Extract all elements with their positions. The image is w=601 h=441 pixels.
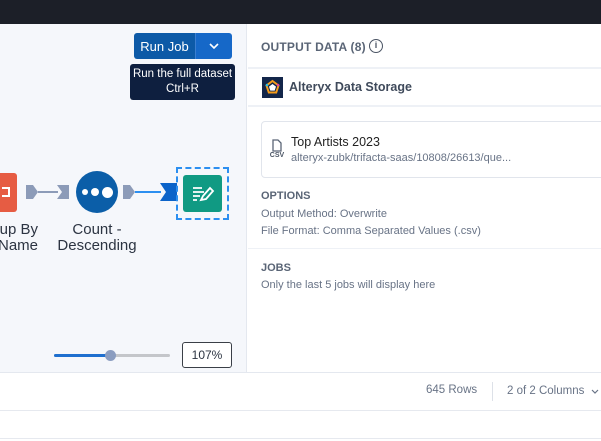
count-descending-node-label: Count - Descending bbox=[57, 221, 137, 254]
data-grid-header: 645 Rows 2 of 2 Columns bbox=[0, 372, 601, 441]
run-job-button[interactable]: Run Job bbox=[134, 33, 196, 59]
count-descending-node[interactable] bbox=[76, 171, 118, 213]
divider bbox=[248, 67, 601, 69]
zoom-level-input[interactable]: 107% bbox=[182, 342, 232, 368]
info-icon[interactable]: i bbox=[369, 39, 383, 53]
output-node[interactable] bbox=[183, 175, 222, 212]
output-port-icon bbox=[123, 185, 135, 199]
divider bbox=[248, 248, 601, 249]
column-selector[interactable]: 2 of 2 Columns bbox=[507, 385, 584, 397]
divider bbox=[248, 105, 601, 107]
jobs-note: Only the last 5 jobs will display here bbox=[261, 279, 436, 291]
group-by-node[interactable] bbox=[0, 173, 17, 212]
output-edit-icon bbox=[192, 186, 214, 201]
group-by-node-label: up By Name bbox=[0, 221, 38, 254]
panel-title: OUTPUT DATA (8) bbox=[261, 40, 366, 54]
chevron-down-icon bbox=[209, 43, 219, 49]
zoom-slider[interactable] bbox=[54, 350, 170, 361]
connector-line bbox=[38, 191, 58, 193]
alteryx-logo-icon bbox=[262, 77, 283, 98]
run-job-split-button: Run Job bbox=[134, 33, 232, 59]
chevron-down-icon[interactable] bbox=[591, 389, 599, 394]
output-method: Output Method: Overwrite bbox=[261, 208, 387, 220]
input-port-icon bbox=[160, 183, 177, 201]
options-heading: OPTIONS bbox=[261, 190, 311, 202]
output-details-panel: OUTPUT DATA (8) i Alteryx Data Storage C… bbox=[248, 24, 601, 372]
flow-canvas[interactable]: Run Job Run the full dataset Ctrl+R up B… bbox=[0, 24, 247, 372]
tooltip-text: Run the full dataset bbox=[132, 68, 233, 80]
group-icon bbox=[2, 187, 10, 197]
divider bbox=[492, 382, 493, 401]
top-bar bbox=[0, 0, 601, 24]
file-format: File Format: Comma Separated Values (.cs… bbox=[261, 225, 481, 237]
jobs-heading: JOBS bbox=[261, 262, 291, 274]
zoom-slider-thumb[interactable] bbox=[104, 350, 116, 361]
row-count: 645 Rows bbox=[426, 384, 478, 396]
divider bbox=[0, 410, 601, 411]
csv-file-icon: CSV bbox=[267, 139, 287, 163]
output-name: Top Artists 2023 bbox=[291, 135, 380, 149]
input-port-icon bbox=[57, 185, 69, 199]
tooltip-shortcut: Ctrl+R bbox=[166, 83, 199, 95]
output-port-icon bbox=[26, 185, 38, 199]
output-path: alteryx-zubk/trifacta-saas/10808/26613/q… bbox=[291, 152, 512, 164]
run-job-tooltip: Run the full dataset Ctrl+R bbox=[130, 64, 235, 100]
csv-file-icon-label: CSV bbox=[269, 152, 285, 159]
zoom-slider-fill bbox=[54, 354, 110, 357]
connector-line-selected bbox=[135, 191, 161, 193]
divider bbox=[0, 438, 601, 439]
output-destination-card[interactable]: CSV Top Artists 2023 alteryx-zubk/trifac… bbox=[261, 121, 601, 178]
run-job-dropdown-button[interactable] bbox=[196, 33, 232, 59]
storage-label: Alteryx Data Storage bbox=[289, 80, 412, 94]
